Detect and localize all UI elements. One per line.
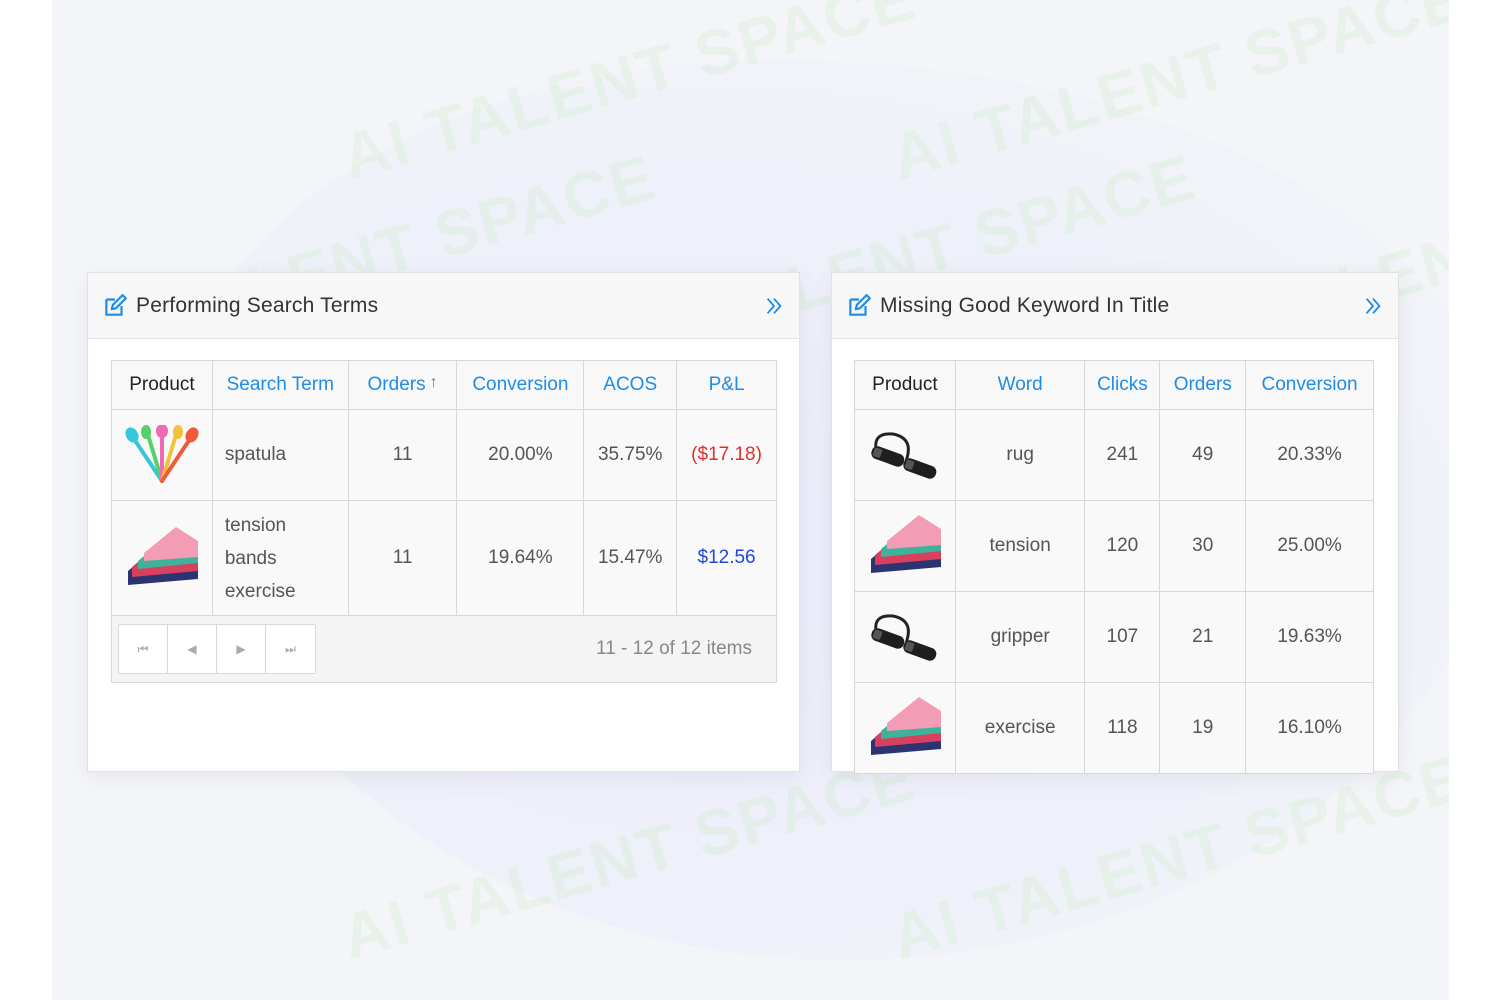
column-header-orders[interactable]: Orders ↑	[347, 360, 458, 410]
conversion-cell: 25.00%	[1245, 500, 1374, 592]
column-header-product: Product	[111, 360, 213, 410]
edit-icon	[849, 293, 871, 316]
product-cell	[111, 500, 213, 616]
panel-title: Performing Search Terms	[136, 293, 379, 317]
column-header-product: Product	[854, 360, 956, 410]
spatula-product-icon	[125, 425, 199, 483]
product-cell	[854, 591, 956, 683]
missing-keyword-panel: Missing Good Keyword In Title Product Wo…	[831, 272, 1399, 774]
conversion-cell: 19.64%	[456, 500, 585, 616]
acos-cell: 15.47%	[583, 500, 678, 616]
column-header-word[interactable]: Word	[954, 360, 1086, 410]
first-page-button[interactable]: ⏮	[119, 625, 168, 673]
table-row: rug 241 49 20.33%	[854, 409, 1374, 501]
table-row: tension bands exercise 11 19.64% 15.47% …	[111, 500, 777, 616]
search-term-line: tension	[224, 514, 287, 536]
orders-cell: 21	[1159, 591, 1247, 683]
column-header-pl[interactable]: P&L	[676, 360, 777, 410]
jump-rope-product-icon	[871, 432, 937, 479]
missing-keyword-table: Product Word Clicks Orders Conversion ru…	[854, 360, 1374, 774]
acos-cell: 35.75%	[583, 409, 678, 501]
orders-cell: 19	[1159, 682, 1247, 774]
panel-header: Performing Search Terms	[88, 273, 799, 339]
edit-icon	[105, 293, 127, 316]
tension-bands-product-icon	[870, 515, 941, 573]
column-header-orders[interactable]: Orders	[1159, 360, 1247, 410]
orders-cell: 30	[1159, 500, 1247, 592]
clicks-cell: 107	[1084, 591, 1161, 683]
column-header-search-term[interactable]: Search Term	[211, 360, 349, 410]
search-term-line: exercise	[224, 580, 296, 602]
search-terms-table: Product Search Term Orders ↑ Conversion A…	[111, 360, 777, 616]
conversion-cell: 19.63%	[1245, 591, 1374, 683]
tension-bands-product-icon	[127, 527, 198, 585]
tension-bands-product-icon	[870, 697, 941, 755]
next-page-button[interactable]: ▶	[217, 625, 266, 673]
table-header-row: Product Word Clicks Orders Conversion	[854, 360, 1374, 410]
clicks-cell: 118	[1084, 682, 1161, 774]
column-header-acos[interactable]: ACOS	[583, 360, 678, 410]
panel-title: Missing Good Keyword In Title	[880, 293, 1170, 317]
pagination-bar: ⏮ ◀ ▶ ⏭ 11 - 12 of 12 items	[111, 616, 777, 683]
word-cell: tension	[954, 500, 1086, 592]
pl-cell: ($17.18)	[676, 409, 777, 501]
double-chevron-right-icon[interactable]	[763, 295, 785, 317]
product-cell	[854, 682, 956, 774]
search-term-cell: tension bands exercise	[211, 500, 349, 616]
panel-header: Missing Good Keyword In Title	[832, 273, 1398, 339]
performing-search-terms-panel: Performing Search Terms Product Search T…	[87, 272, 800, 772]
table-header-row: Product Search Term Orders ↑ Conversion A…	[111, 360, 777, 410]
orders-cell: 11	[347, 500, 458, 616]
clicks-cell: 120	[1084, 500, 1161, 592]
table-row: gripper 107 21 19.63%	[854, 591, 1374, 683]
word-cell: exercise	[954, 682, 1086, 774]
pagination-buttons: ⏮ ◀ ▶ ⏭	[118, 624, 316, 674]
search-term-line: bands	[224, 547, 277, 569]
jump-rope-product-icon	[871, 614, 937, 661]
column-header-conversion[interactable]: Conversion	[456, 360, 585, 410]
column-header-orders-label: Orders	[367, 374, 426, 395]
double-chevron-right-icon[interactable]	[1362, 295, 1384, 317]
previous-page-button[interactable]: ◀	[168, 625, 217, 673]
product-cell	[111, 409, 213, 501]
word-cell: rug	[954, 409, 1086, 501]
last-page-button[interactable]: ⏭	[266, 625, 315, 673]
table-row: spatula 11 20.00% 35.75% ($17.18)	[111, 409, 777, 501]
sort-ascending-icon: ↑	[429, 374, 438, 391]
table-row: exercise 118 19 16.10%	[854, 682, 1374, 774]
table-row: tension 120 30 25.00%	[854, 500, 1374, 592]
pagination-info: 11 - 12 of 12 items	[596, 638, 752, 659]
clicks-cell: 241	[1084, 409, 1161, 501]
pl-cell: $12.56	[676, 500, 777, 616]
search-term-cell: spatula	[211, 409, 349, 501]
column-header-clicks[interactable]: Clicks	[1084, 360, 1161, 410]
product-cell	[854, 500, 956, 592]
conversion-cell: 20.00%	[456, 409, 585, 501]
orders-cell: 11	[347, 409, 458, 501]
product-cell	[854, 409, 956, 501]
orders-cell: 49	[1159, 409, 1247, 501]
conversion-cell: 20.33%	[1245, 409, 1374, 501]
column-header-conversion[interactable]: Conversion	[1245, 360, 1374, 410]
conversion-cell: 16.10%	[1245, 682, 1374, 774]
word-cell: gripper	[954, 591, 1086, 683]
